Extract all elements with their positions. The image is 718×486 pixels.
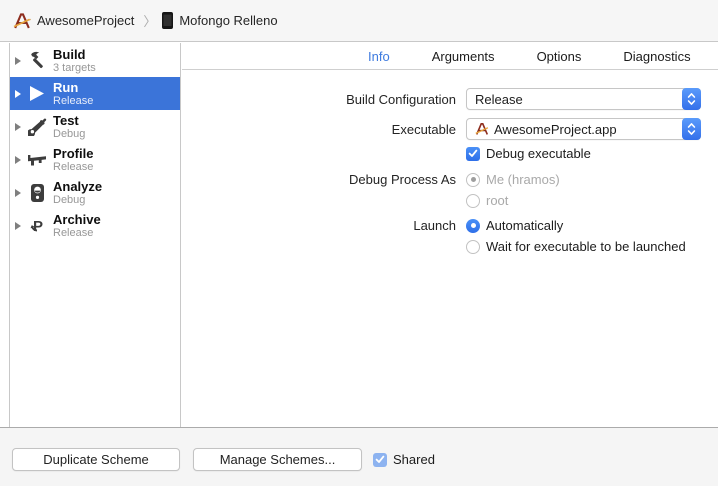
disclosure-triangle-icon[interactable] — [15, 189, 21, 197]
sidebar-item-subtitle: Release — [53, 95, 93, 108]
disclosure-triangle-icon[interactable] — [15, 90, 21, 98]
tab-bar: Info Arguments Options Diagnostics — [182, 43, 718, 70]
executable-popup[interactable]: AwesomeProject.app — [466, 118, 701, 140]
disclosure-triangle-icon[interactable] — [15, 222, 21, 230]
project-icon — [13, 12, 31, 30]
sidebar-item-analyze[interactable]: Analyze Debug — [10, 176, 180, 209]
hammer-icon — [25, 51, 49, 70]
manage-schemes-button[interactable]: Manage Schemes... — [193, 448, 362, 471]
debug-executable-checkbox[interactable] — [466, 147, 480, 161]
svg-text:P: P — [33, 218, 43, 235]
archive-icon: P — [25, 217, 49, 235]
disclosure-triangle-icon[interactable] — [15, 156, 21, 164]
tab-arguments[interactable]: Arguments — [432, 49, 495, 64]
scheme-editor-body: Build 3 targets Run Release — [0, 43, 718, 427]
debug-executable-label: Debug executable — [486, 146, 591, 161]
build-configuration-value: Release — [475, 92, 523, 107]
shared-checkbox-label: Shared — [393, 452, 435, 467]
play-icon — [25, 85, 49, 102]
debug-process-as-label: Debug Process As — [182, 172, 456, 187]
debug-as-root-label: root — [486, 193, 508, 208]
breadcrumb-separator: 〉 — [143, 11, 156, 30]
sidebar-item-label: Test — [53, 113, 85, 128]
launch-automatically-label: Automatically — [486, 218, 563, 233]
sidebar-item-run[interactable]: Run Release — [10, 77, 180, 110]
info-form: Build Configuration Release — [182, 70, 718, 254]
duplicate-scheme-button[interactable]: Duplicate Scheme — [12, 448, 180, 471]
tab-options[interactable]: Options — [537, 49, 582, 64]
sidebar-item-subtitle: Debug — [53, 128, 85, 141]
device-icon — [162, 12, 173, 29]
sidebar-item-label: Archive — [53, 212, 101, 227]
tab-info[interactable]: Info — [368, 49, 390, 64]
caliper-icon — [25, 152, 49, 167]
sidebar-item-build[interactable]: Build 3 targets — [10, 44, 180, 77]
sidebar-item-label: Build — [53, 47, 96, 62]
scheme-detail-pane: Info Arguments Options Diagnostics Build… — [182, 43, 718, 427]
wrench-icon — [25, 117, 49, 136]
sidebar-item-test[interactable]: Test Debug — [10, 110, 180, 143]
sidebar-item-subtitle: 3 targets — [53, 62, 96, 75]
popup-stepper-icon — [682, 118, 701, 140]
app-icon — [475, 122, 489, 136]
popup-stepper-icon — [682, 88, 701, 110]
analyze-icon — [25, 184, 49, 202]
shared-checkbox[interactable] — [373, 453, 387, 467]
sidebar-item-label: Analyze — [53, 179, 102, 194]
debug-as-me-radio — [466, 173, 480, 187]
disclosure-triangle-icon[interactable] — [15, 57, 21, 65]
breadcrumb: AwesomeProject 〉 Mofongo Relleno — [0, 0, 718, 42]
sidebar-item-profile[interactable]: Profile Release — [10, 143, 180, 176]
sidebar-item-label: Run — [53, 80, 93, 95]
sidebar-item-subtitle: Debug — [53, 194, 102, 207]
build-configuration-popup[interactable]: Release — [466, 88, 701, 110]
debug-as-root-radio — [466, 194, 480, 208]
sidebar-item-subtitle: Release — [53, 227, 101, 240]
launch-wait-radio[interactable] — [466, 240, 480, 254]
sidebar-item-archive[interactable]: P Archive Release — [10, 209, 180, 242]
sidebar-item-subtitle: Release — [53, 161, 93, 174]
debug-as-me-label: Me (hramos) — [486, 172, 560, 187]
breadcrumb-scheme[interactable]: Mofongo Relleno — [179, 13, 277, 28]
launch-label: Launch — [182, 218, 456, 233]
launch-wait-label: Wait for executable to be launched — [486, 239, 686, 254]
build-configuration-label: Build Configuration — [182, 92, 456, 107]
launch-automatically-radio[interactable] — [466, 219, 480, 233]
sidebar-item-label: Profile — [53, 146, 93, 161]
scheme-actions-sidebar: Build 3 targets Run Release — [9, 43, 181, 427]
disclosure-triangle-icon[interactable] — [15, 123, 21, 131]
tab-diagnostics[interactable]: Diagnostics — [623, 49, 690, 64]
executable-value: AwesomeProject.app — [494, 122, 617, 137]
breadcrumb-project[interactable]: AwesomeProject — [37, 13, 134, 28]
footer-bar: Duplicate Scheme Manage Schemes... Share… — [0, 427, 718, 486]
executable-label: Executable — [182, 122, 456, 137]
